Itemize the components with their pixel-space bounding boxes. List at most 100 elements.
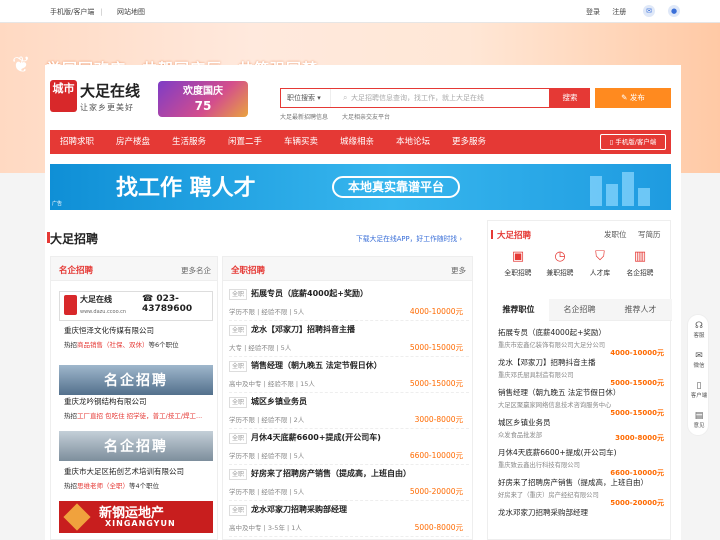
search-input[interactable]: ⌕ 大足招聘信息查询，找工作，就上大足在线 xyxy=(337,89,547,107)
nav-item-housing[interactable]: 房产楼盘 xyxy=(116,130,150,154)
app-download-link[interactable]: 下载大足在线APP，好工作随时找 › xyxy=(356,233,462,243)
job-title[interactable]: 月休4天底薪6600+提成(开公司车) xyxy=(251,432,381,443)
job-listing[interactable]: 全职 月休4天底薪6600+提成(开公司车) 学历不限 | 经验不限 | 5人 660… xyxy=(229,429,469,465)
job-title[interactable]: 销售经理（朝九晚五 法定节假日休） xyxy=(498,387,664,398)
quick-parttime[interactable]: ◷ 兼职招聘 xyxy=(538,249,582,277)
fulltime-tag: 全职 xyxy=(229,325,248,336)
nav-item-more[interactable]: 更多服务 xyxy=(452,130,486,154)
company-hot-jobs: 热招工厂直招 包吃住 招学徒，普工/技工/焊工... xyxy=(64,412,203,420)
logo-name: 大足在线 xyxy=(80,82,141,100)
job-meta: 学历不限 | 经验不限 | 2人 xyxy=(229,416,305,424)
more-companies-link[interactable]: 更多名企 xyxy=(181,265,211,276)
mobile-app-button[interactable]: ▯ 手机版/客户端 xyxy=(600,134,666,150)
site-logo[interactable]: 城市 大足在线 让家乡更美好 xyxy=(50,80,150,118)
job-title[interactable]: 月休4天底薪6600+提成(开公司车) xyxy=(498,447,664,458)
search-icon: ⌕ xyxy=(343,93,348,102)
sitemap-link[interactable]: 网站地图 xyxy=(117,8,145,16)
wechat-icon[interactable]: ✉ xyxy=(643,5,655,17)
tab-recommended-jobs[interactable]: 推荐职位 xyxy=(488,299,549,321)
job-title[interactable]: 城区乡镇业务员 xyxy=(251,396,307,407)
customer-service-button[interactable]: ☊ 客服 xyxy=(688,321,710,339)
fulltime-jobs-panel: 全职招聘 更多 全职 拓展专员（底薪4000起+奖励） 学历不限 | 经验不限 | … xyxy=(222,256,473,540)
fulltime-tag: 全职 xyxy=(229,505,248,516)
divider: | xyxy=(100,8,103,16)
recommended-job[interactable]: 销售经理（朝九晚五 法定节假日休） 大足区聚赢家网络信息技术咨询服务中心 5000-… xyxy=(498,387,664,417)
fulltime-tag: 全职 xyxy=(229,433,248,444)
briefcase-icon: ▣ xyxy=(511,249,525,264)
quick-talent[interactable]: ⛉ 人才库 xyxy=(578,249,622,277)
job-listing[interactable]: 全职 销售经理（朝九晚五 法定节假日休） 高中及中专 | 经验不限 | 15人 500… xyxy=(229,357,469,393)
recommended-job[interactable]: 城区乡镇业务员 众发食品批发部 3000-8000元 xyxy=(498,417,664,442)
company-name[interactable]: 重庆恒泽文化传媒有限公司 xyxy=(64,325,154,336)
more-jobs-link[interactable]: 更多 xyxy=(451,265,466,276)
hint-link-dating[interactable]: 大足相亲交友平台 xyxy=(342,114,390,121)
mobile-icon: ▯ xyxy=(696,381,702,391)
nav-item-secondhand[interactable]: 闲置二手 xyxy=(228,130,262,154)
job-title[interactable]: 龙水邓家刀招聘采购部经理 xyxy=(251,504,347,515)
job-meta: 高中及中专 | 经验不限 | 15人 xyxy=(229,380,315,388)
quick-fulltime[interactable]: ▣ 全职招聘 xyxy=(496,249,540,277)
job-salary: 5000-15000元 xyxy=(409,343,463,352)
logo-seal: 城市 xyxy=(50,80,77,112)
company-name[interactable]: 重庆龙吟钢结构有限公司 xyxy=(64,396,147,407)
wechat-button[interactable]: ✉ 微信 xyxy=(688,351,710,369)
job-title[interactable]: 龙水【邓家刀】招聘抖音主播 xyxy=(498,357,664,368)
write-resume-link[interactable]: 写简历 xyxy=(638,229,661,240)
nav-item-forum[interactable]: 本地论坛 xyxy=(396,130,430,154)
recommended-job[interactable]: 好房来了招聘房产销售（提成高，上班自由） 好房来了（重庆）房产经纪有限公司 5000… xyxy=(498,477,664,507)
post-button[interactable]: ✎ 发布 xyxy=(595,88,671,108)
job-title[interactable]: 好房来了招聘房产销售（提成高，上班自由） xyxy=(251,468,411,479)
job-title[interactable]: 拓展专员（底薪4000起+奖励） xyxy=(251,288,368,299)
job-listing[interactable]: 全职 拓展专员（底薪4000起+奖励） 学历不限 | 经验不限 | 5人 4000-1… xyxy=(229,285,469,321)
job-listing[interactable]: 全职 城区乡镇业务员 学历不限 | 经验不限 | 2人 3000-8000元 xyxy=(229,393,469,429)
search-placeholder: 大足招聘信息查询，找工作，就上大足在线 xyxy=(351,94,484,102)
fulltime-tag: 全职 xyxy=(229,469,248,480)
clock-icon: ◷ xyxy=(554,249,566,264)
quick-famous[interactable]: ▥ 名企招聘 xyxy=(618,249,662,277)
floating-toolbar: ☊ 客服 ✉ 微信 ▯ 客户端 ▤ 意见 xyxy=(687,314,709,436)
job-listing[interactable]: 全职 龙水【邓家刀】招聘抖音主播 大专 | 经验不限 | 5人 5000-15000元 xyxy=(229,321,469,357)
nav-item-life[interactable]: 生活服务 xyxy=(172,130,206,154)
hint-link-jobs[interactable]: 大足最新招聘信息 xyxy=(280,114,328,121)
company-banner[interactable]: 新钢运地产 XINGANGYUN xyxy=(59,501,213,533)
nav-item-cars[interactable]: 车辆买卖 xyxy=(284,130,318,154)
job-title[interactable]: 城区乡镇业务员 xyxy=(498,417,664,428)
feedback-button[interactable]: ▤ 意见 xyxy=(688,411,710,429)
job-title[interactable]: 龙水邓家刀招聘采购部经理 xyxy=(498,507,664,518)
recommended-job[interactable]: 月休4天底薪6600+提成(开公司车) 重庆致云鑫出行科技有限公司 6600-100… xyxy=(498,447,664,477)
banner-headline: 找工作 聘人才 xyxy=(116,176,256,201)
recommended-job[interactable]: 拓展专员（底薪4000起+奖励） 重庆市宏鑫亿装饰有限公司大足分公司 4000-10… xyxy=(498,327,664,357)
recommended-job[interactable]: 龙水邓家刀招聘采购部经理 xyxy=(498,507,664,520)
login-link[interactable]: 登录 xyxy=(586,8,600,16)
tab-recommended-talent[interactable]: 推荐人才 xyxy=(610,299,671,321)
job-salary: 5000-15000元 xyxy=(409,379,463,388)
search-category-select[interactable]: 职位搜索 ▾ xyxy=(281,89,331,107)
job-listing[interactable]: 全职 龙水邓家刀招聘采购部经理 高中及中专 | 3-5年 | 1人 5000-8000… xyxy=(229,501,469,537)
recommended-job[interactable]: 龙水【邓家刀】招聘抖音主播 重庆邓氏厨具制造有限公司 5000-15000元 xyxy=(498,357,664,387)
client-button[interactable]: ▯ 客户端 xyxy=(688,381,710,399)
job-title[interactable]: 好房来了招聘房产销售（提成高，上班自由） xyxy=(498,477,664,488)
company-logo[interactable]: 大足在线 www.dazu.ccoo.cn ☎ 023-43789600 xyxy=(59,291,213,321)
job-title[interactable]: 销售经理（朝九晚五 法定节假日休） xyxy=(251,360,382,371)
company-banner[interactable]: 名企招聘 xyxy=(59,431,213,461)
recruit-sidebar: 大足招聘 发职位 写简历 ▣ 全职招聘 ◷ 兼职招聘 ⛉ 人才库 ▥ 名企招聘 推荐职位… xyxy=(487,220,672,540)
company-hot-jobs: 热招思维老师（全职）等4个职位 xyxy=(64,482,160,490)
nav-item-dating[interactable]: 城缘相亲 xyxy=(340,130,374,154)
company-banner[interactable]: 名企招聘 xyxy=(59,365,213,395)
job-listing[interactable]: 全职 好房来了招聘房产销售（提成高，上班自由） 学历不限 | 经验不限 | 5人 50… xyxy=(229,465,469,501)
nav-item-jobs[interactable]: 招聘求职 xyxy=(60,130,94,154)
tab-famous-companies[interactable]: 名企招聘 xyxy=(549,299,610,321)
search-button[interactable]: 搜索 xyxy=(550,88,590,108)
job-title[interactable]: 拓展专员（底薪4000起+奖励） xyxy=(498,327,664,338)
graduation-cap-icon: ⛉ xyxy=(595,249,605,264)
recruitment-ad-banner[interactable]: 找工作 聘人才 本地真实靠谱平台 广告 xyxy=(50,164,671,210)
book-icon: ▤ xyxy=(694,411,704,421)
job-title[interactable]: 龙水【邓家刀】招聘抖音主播 xyxy=(251,324,355,335)
post-job-link[interactable]: 发职位 xyxy=(604,229,627,240)
company-name[interactable]: 重庆市大足区拓创艺术培训有限公司 xyxy=(64,466,184,477)
company-hot-jobs: 热招商品销售（社保、双休）等6个职位 xyxy=(64,341,179,349)
register-link[interactable]: 注册 xyxy=(612,8,626,16)
mobile-client-link[interactable]: 手机版/客户端 xyxy=(50,8,94,16)
job-meta: 学历不限 | 经验不限 | 5人 xyxy=(229,488,305,496)
user-icon[interactable]: ● xyxy=(668,5,680,17)
